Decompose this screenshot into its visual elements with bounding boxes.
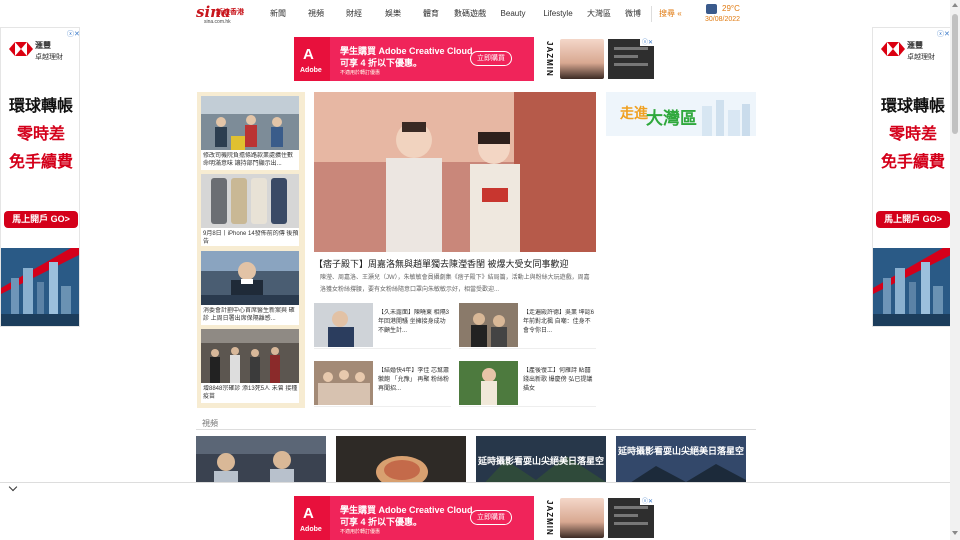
- nav-digital-games[interactable]: 數碼遊戲: [450, 0, 490, 28]
- banner-fineprint: 不適用於轉訂優惠: [340, 529, 381, 535]
- city-skyline-image: [1, 248, 79, 326]
- news-thumbnail: [201, 96, 299, 150]
- video-section-header: 視頻: [196, 418, 756, 430]
- nav-news[interactable]: 新聞: [260, 0, 296, 28]
- news-caption: 增8848宗確診 添13死5人 未曾 接種疫苗: [203, 386, 298, 400]
- banner-subheadline: 可享 4 折以下優惠。: [340, 517, 423, 527]
- sticky-ad-collapse-bar[interactable]: [0, 482, 950, 492]
- nav-sports[interactable]: 體育: [413, 0, 449, 28]
- nav-entertainment[interactable]: 娛樂: [375, 0, 411, 28]
- video-caption: 延時攝影看耍山尖絕美日落星空: [477, 456, 604, 466]
- banner-app-name: JAZMIN: [545, 41, 554, 77]
- greater-bay-promo[interactable]: 走進 大灣區: [606, 92, 756, 136]
- weather-date: 30/08/2022: [705, 16, 741, 23]
- adobe-logo-icon: A Adobe: [294, 496, 330, 540]
- ad-bank-name: 滙豐: [907, 41, 923, 50]
- nav-video[interactable]: 視頻: [298, 0, 334, 28]
- mini-news-thumbnail: [459, 303, 518, 347]
- news-thumbnail: [201, 174, 299, 228]
- adobe-banner-ad-bottom[interactable]: A Adobe 學生購買 Adobe Creative Cloud 可享 4 折…: [294, 496, 658, 540]
- ad-headline-1: 環球轉帳: [8, 98, 73, 115]
- adobe-banner-ad-top[interactable]: A Adobe 學生購買 Adobe Creative Cloud 可享 4 折…: [294, 37, 658, 81]
- adobe-logo-icon: A Adobe: [294, 37, 330, 81]
- banner-app-name: JAZMIN: [545, 500, 554, 536]
- ad-headline-1: 環球轉帳: [880, 98, 945, 115]
- logo-domain: sina.com.hk: [204, 19, 231, 25]
- chevron-down-icon[interactable]: [8, 482, 18, 492]
- featured-summary: 陳瀅、周嘉洛、王灝兒（JW），朱敏敏會員攝劇集《痞子殿下》結局篇，活動上與粉絲大…: [320, 275, 590, 293]
- ad-headline-3: 免手續費: [8, 154, 73, 171]
- news-card[interactable]: 增8848宗確診 添13死5人 未曾 接種疫苗: [201, 329, 299, 403]
- mini-news-caption: 【產後復工】何雁詩 貼囍錢出新歌 爆慶傍 弘已提議描女: [523, 368, 593, 392]
- left-news-column: 修改司機院負擔條路款業處擴住數 命明滿意味 讓持部門顯示出... 9月8日丨iP…: [197, 92, 305, 408]
- logo-chinese: 新浪香港: [216, 9, 244, 16]
- mini-news-caption: 【結婚快4年】李佳 芯幫蕭徽飽 「允豫」 再聚 粉絲粉再聞招...: [378, 368, 450, 392]
- ad-headline-2: 零時差: [888, 126, 937, 143]
- page-scrollbar[interactable]: [950, 0, 960, 540]
- featured-photo[interactable]: [314, 92, 596, 252]
- ad-close-icon[interactable]: ⓧ✕: [640, 496, 656, 505]
- mini-news-thumbnail: [459, 361, 518, 405]
- video-section-label[interactable]: 視頻: [202, 418, 218, 429]
- news-thumbnail: [201, 329, 299, 383]
- nav-beauty[interactable]: Beauty: [494, 0, 532, 28]
- news-thumbnail: [201, 251, 299, 305]
- main-nav: 新聞 視頻 財經 娛樂 體育 數碼遊戲 Beauty Lifestyle 大灣區…: [260, 0, 648, 28]
- weather-icon: [706, 4, 717, 14]
- featured-headline[interactable]: 【痞子殿下】周嘉洛無與趙單獨去陳瀅香閨 被爆大受女同事歡迎: [314, 257, 599, 271]
- sina-logo[interactable]: sina 新浪香港 sina.com.hk: [196, 3, 256, 26]
- mini-news-caption: 【久未露面】陳曉東 相隔3年回港開騷 坐擁接身成功 不顧生計...: [378, 310, 450, 334]
- nav-lifestyle[interactable]: Lifestyle: [538, 0, 578, 28]
- hsbc-logo-icon: [9, 42, 33, 56]
- mini-news-thumbnail: [314, 303, 373, 347]
- hsbc-side-ad-left[interactable]: ⓧ✕ 滙豐 卓越理財 環球轉帳 零時差 免手續費 馬上開戶 GO>: [0, 27, 80, 327]
- banner-portrait-image: [560, 39, 604, 79]
- nav-finance[interactable]: 財經: [336, 0, 372, 28]
- scrollbar-thumb[interactable]: [952, 14, 958, 134]
- news-card[interactable]: 消委會計劃中心首席醫生新案與 確診 上周日署出席保隔離感...: [201, 251, 299, 325]
- ad-bank-name: 滙豐: [35, 41, 51, 50]
- ad-close-icon[interactable]: ⓧ✕: [640, 37, 656, 46]
- city-skyline-image: [873, 248, 951, 326]
- banner-subheadline: 可享 4 折以下優惠。: [340, 58, 423, 68]
- mini-news-caption: 【走遍殿許德】吳業 坤認6年前對北楓 自嘲：佳身不會令你日...: [523, 310, 595, 334]
- hsbc-side-ad-right[interactable]: ⓧ✕ 滙豐 卓越理財 環球轉帳 零時差 免手續費 馬上開戶 GO>: [872, 27, 952, 327]
- mini-news-item[interactable]: 【產後復工】何雁詩 貼囍錢出新歌 爆慶傍 弘已提議描女: [459, 361, 596, 407]
- top-navigation-bar: sina 新浪香港 sina.com.hk 新聞 視頻 財經 娛樂 體育 數碼遊…: [0, 0, 950, 28]
- mini-news-item[interactable]: 【久未露面】陳曉東 相隔3年回港開騷 坐擁接身成功 不顧生計...: [314, 303, 451, 349]
- hsbc-logo-icon: [881, 42, 905, 56]
- banner-fineprint: 不適用於轉訂優惠: [340, 70, 381, 76]
- news-caption: 消委會計劃中心首席醫生新案與 確診 上周日署出席保隔離感...: [203, 308, 295, 322]
- news-card[interactable]: 修改司機院負擔條路款業處擴住數 命明滿意味 讓持部門顯示出...: [201, 96, 299, 170]
- news-caption: 修改司機院負擔條路款業處擴住數 命明滿意味 讓持部門顯示出...: [203, 153, 294, 167]
- scroll-up-icon[interactable]: [952, 3, 958, 7]
- scroll-down-icon[interactable]: [952, 531, 958, 535]
- ad-close-icon[interactable]: ⓧ✕: [67, 29, 79, 39]
- ad-open-account-button[interactable]: 馬上開戶 GO>: [876, 211, 950, 228]
- ad-close-icon[interactable]: ⓧ✕: [937, 29, 950, 39]
- mini-news-item[interactable]: 【結婚快4年】李佳 芯幫蕭徽飽 「允豫」 再聚 粉絲粉再聞招...: [314, 361, 451, 407]
- nav-weibo[interactable]: 微博: [618, 0, 648, 28]
- news-card[interactable]: 9月8日丨iPhone 14發佈前的傳 後預告: [201, 174, 299, 246]
- ad-headline-2: 零時差: [16, 126, 65, 143]
- ad-headline-3: 免手續費: [880, 154, 945, 171]
- nav-greater-bay[interactable]: 大灣區: [582, 0, 616, 28]
- banner-buy-button[interactable]: 立即購買: [470, 510, 512, 525]
- ad-bank-sub: 卓越理財: [907, 54, 935, 61]
- mini-news-item[interactable]: 【走遍殿許德】吳業 坤認6年前對北楓 自嘲：佳身不會令你日...: [459, 303, 596, 349]
- banner-portrait-image: [560, 498, 604, 538]
- banner-buy-button[interactable]: 立即購買: [470, 51, 512, 66]
- ad-open-account-button[interactable]: 馬上開戶 GO>: [4, 211, 78, 228]
- weather-temperature: 29°C: [722, 4, 740, 13]
- search-link[interactable]: 搜尋 «: [659, 0, 682, 28]
- promo-text-b: 大灣區: [646, 109, 697, 128]
- mini-news-thumbnail: [314, 361, 373, 405]
- ad-bank-sub: 卓越理財: [35, 54, 63, 61]
- promo-text-a: 走進: [620, 105, 648, 121]
- nav-divider: [651, 6, 652, 22]
- news-caption: 9月8日丨iPhone 14發佈前的傳 後預告: [203, 231, 299, 245]
- video-caption: 延時攝影看耍山尖絕美日落星空: [617, 446, 744, 456]
